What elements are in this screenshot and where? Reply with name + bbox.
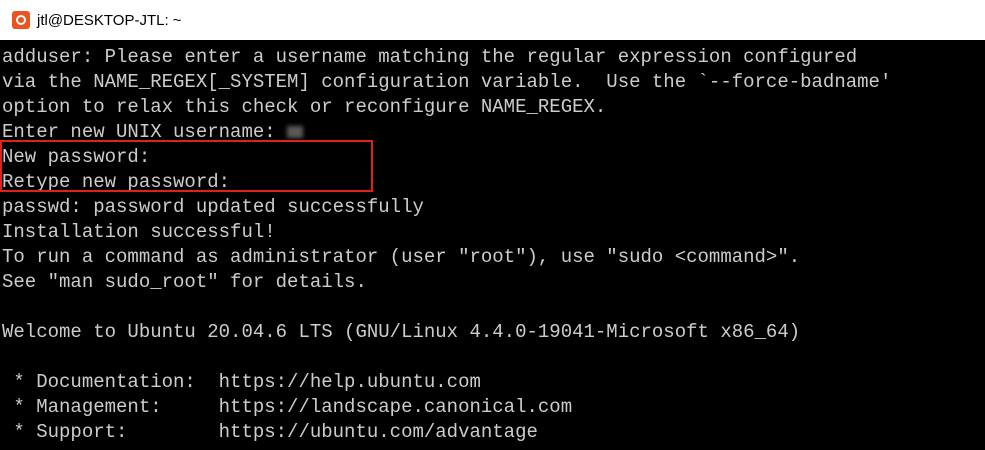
title-bar[interactable]: jtl@DESKTOP-JTL: ~ [0,0,985,40]
terminal-window: jtl@DESKTOP-JTL: ~ adduser: Please enter… [0,0,985,450]
redacted-username [287,125,304,138]
terminal-line: Installation successful! [2,221,276,243]
terminal-line-documentation: * Documentation: https://help.ubuntu.com [2,371,481,393]
terminal-line: option to relax this check or reconfigur… [2,96,607,118]
terminal-line: passwd: password updated successfully [2,196,424,218]
terminal-line: Welcome to Ubuntu 20.04.6 LTS (GNU/Linux… [2,321,801,343]
terminal-line: See "man sudo_root" for details. [2,271,367,293]
ubuntu-icon[interactable] [12,11,30,29]
terminal-line-new-password: New password: [2,146,151,168]
terminal-line-username-prompt: Enter new UNIX username: [2,120,985,145]
window-title: jtl@DESKTOP-JTL: ~ [37,11,182,29]
terminal-line: To run a command as administrator (user … [2,246,801,268]
terminal-output[interactable]: adduser: Please enter a username matchin… [0,40,985,450]
terminal-line: via the NAME_REGEX[_SYSTEM] configuratio… [2,71,892,93]
terminal-line-management: * Management: https://landscape.canonica… [2,396,573,418]
terminal-line-retype-password: Retype new password: [2,171,231,193]
terminal-line-support: * Support: https://ubuntu.com/advantage [2,421,538,443]
username-prompt: Enter new UNIX username: [2,121,288,143]
terminal-line: adduser: Please enter a username matchin… [2,46,858,68]
